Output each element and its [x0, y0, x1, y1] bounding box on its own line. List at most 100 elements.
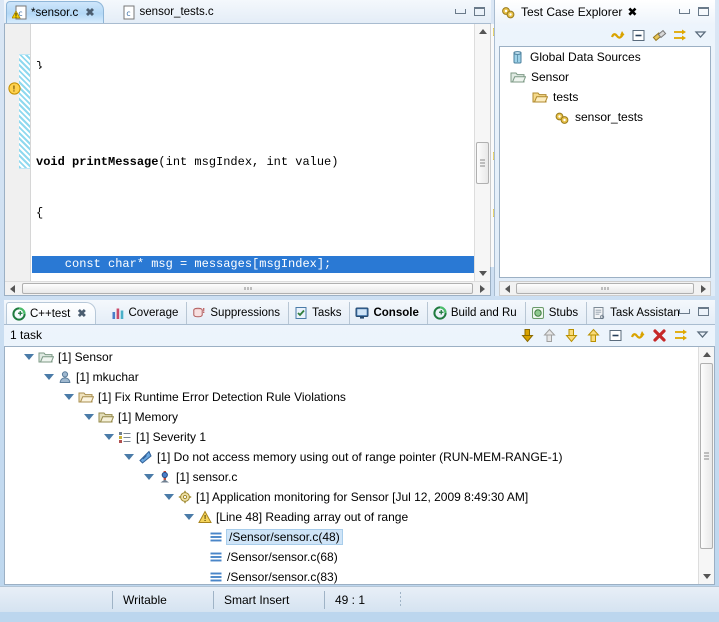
tree-row-sensor[interactable]: [1] Sensor — [5, 347, 714, 367]
tab-console[interactable]: Console — [350, 302, 427, 324]
tree-row-label: [1] Sensor — [58, 350, 113, 364]
editor-tab-label: *sensor.c — [31, 7, 78, 19]
scroll-down-arrow-icon[interactable] — [475, 266, 490, 281]
coverage-icon — [111, 306, 125, 320]
scroll-up-arrow-icon[interactable] — [699, 347, 714, 362]
scroll-left-arrow-icon[interactable] — [5, 282, 20, 295]
user-icon — [58, 370, 72, 384]
refresh-icon[interactable] — [610, 28, 625, 43]
scroll-down-arrow-icon[interactable] — [699, 569, 714, 584]
tree-row-stack-line[interactable]: /Sensor/sensor.c(68) — [5, 547, 714, 567]
editor-tab-sensor-c[interactable]: c ! *sensor.c ✖ — [6, 1, 104, 23]
expander-icon[interactable] — [43, 372, 54, 383]
suppressions-icon: ! — [192, 306, 206, 320]
minimize-icon[interactable] — [677, 5, 692, 18]
tree-row-severity-1[interactable]: [1] Severity 1 — [5, 427, 714, 447]
tree-item-tests[interactable]: tests — [500, 87, 710, 107]
task-tree[interactable]: [1] Sensor [1] mkuchar — [4, 346, 715, 585]
warning-icon: ! — [198, 510, 212, 524]
tree-row-sensor-c[interactable]: [1] sensor.c — [5, 467, 714, 487]
tree-row-stack-line[interactable]: /Sensor/sensor.c(83) — [5, 567, 714, 585]
scrollbar-thumb[interactable] — [22, 283, 473, 294]
tree-row-rule-violation[interactable]: [1] Do not access memory using out of ra… — [5, 447, 714, 467]
tree-item-sensor[interactable]: Sensor — [500, 67, 710, 87]
scroll-right-arrow-icon[interactable] — [475, 282, 490, 295]
maximize-icon[interactable] — [472, 5, 487, 18]
editor-vertical-scrollbar[interactable] — [474, 24, 490, 281]
move-up-icon[interactable] — [586, 328, 601, 343]
scroll-left-arrow-icon[interactable] — [500, 282, 514, 295]
minimize-icon[interactable] — [453, 5, 468, 18]
close-icon[interactable]: ✖ — [77, 307, 86, 320]
editor-tab-sensor-tests-c[interactable]: c sensor_tests.c — [118, 1, 222, 23]
tab-suppressions[interactable]: ! Suppressions — [187, 302, 289, 324]
collapse-all-icon[interactable] — [608, 328, 623, 343]
tree-row-fix-runtime-error[interactable]: [1] Fix Runtime Error Detection Rule Vio… — [5, 387, 714, 407]
code-line — [32, 103, 474, 120]
code-line: void printMessage(int msgIndex, int valu… — [32, 154, 474, 171]
scroll-right-arrow-icon[interactable] — [696, 282, 710, 295]
code-line: } — [32, 59, 474, 69]
tab-build-and-run[interactable]: Build and Ru — [428, 302, 526, 324]
tree-row-stack-line[interactable]: /Sensor/sensor.c(48) — [5, 527, 714, 547]
tab-task-assistant[interactable]: ⚙ Task Assistan — [587, 302, 688, 324]
link-editor-icon[interactable] — [652, 28, 667, 43]
bottom-panel-toolbar — [520, 325, 711, 345]
tasks-icon — [294, 306, 308, 320]
tree-item-global-data-sources[interactable]: Global Data Sources — [500, 47, 710, 67]
test-explorer-horizontal-scrollbar[interactable] — [499, 281, 711, 296]
scrollbar-thumb[interactable] — [700, 363, 713, 549]
maximize-icon[interactable] — [696, 5, 711, 18]
source-code-view[interactable]: } void printMessage(int msgIndex, int va… — [32, 24, 474, 281]
severity-icon — [118, 430, 132, 444]
collapse-all-icon[interactable] — [631, 28, 646, 43]
tab-stubs[interactable]: Stubs — [526, 302, 587, 324]
tab-coverage[interactable]: Coverage — [106, 302, 188, 324]
previous-up-icon[interactable] — [542, 328, 557, 343]
expander-icon[interactable] — [23, 352, 34, 363]
move-down-icon[interactable] — [564, 328, 579, 343]
expander-icon[interactable] — [103, 432, 114, 443]
view-menu-icon[interactable] — [696, 328, 711, 343]
folder-icon — [532, 90, 548, 104]
refresh-icon[interactable] — [630, 328, 645, 343]
sort-filter-icon[interactable] — [674, 328, 689, 343]
tree-row-line-48-warning[interactable]: ! [Line 48] Reading array out of range — [5, 507, 714, 527]
tab-label: Coverage — [129, 307, 179, 319]
expander-icon[interactable] — [183, 512, 194, 523]
scrollbar-thumb[interactable] — [516, 283, 694, 294]
task-tree-vertical-scrollbar[interactable] — [698, 347, 714, 584]
close-icon[interactable]: ✖ — [85, 6, 94, 19]
test-case-explorer-tree[interactable]: Global Data Sources Sensor — [499, 46, 711, 278]
maximize-icon[interactable] — [696, 305, 711, 318]
source-file-icon — [158, 470, 172, 484]
scroll-up-arrow-icon[interactable] — [475, 24, 490, 39]
expander-icon[interactable] — [83, 412, 94, 423]
view-menu-icon[interactable] — [694, 28, 709, 43]
delete-icon[interactable] — [652, 328, 667, 343]
expander-icon[interactable] — [63, 392, 74, 403]
editor-gutter[interactable]: ! — [5, 24, 31, 281]
expander-icon[interactable] — [163, 492, 174, 503]
scrollbar-thumb[interactable] — [476, 142, 489, 184]
tree-row-mkuchar[interactable]: [1] mkuchar — [5, 367, 714, 387]
expander-icon[interactable] — [123, 452, 134, 463]
sort-filter-icon[interactable] — [673, 28, 688, 43]
expander-icon[interactable] — [143, 472, 154, 483]
task-count-label: 1 task — [6, 325, 42, 345]
next-task-down-icon[interactable] — [520, 328, 535, 343]
code-line-selected: const char* msg = messages[msgIndex]; — [32, 256, 474, 273]
close-icon[interactable]: ✖ — [627, 5, 637, 19]
tree-item-sensor-tests[interactable]: sensor_tests — [500, 107, 710, 127]
tree-row-memory[interactable]: [1] Memory — [5, 407, 714, 427]
tree-row-application-monitoring[interactable]: [1] Application monitoring for Sensor [J… — [5, 487, 714, 507]
stack-line-icon — [209, 531, 223, 543]
warning-marker-icon[interactable]: ! — [8, 82, 21, 95]
minimize-icon[interactable] — [677, 305, 692, 318]
editor-window-controls — [453, 5, 487, 18]
editor-horizontal-scrollbar[interactable] — [5, 281, 490, 295]
build-run-icon — [433, 306, 447, 320]
status-writable-label: Writable — [123, 593, 167, 607]
tab-cpptest[interactable]: C++test ✖ — [6, 302, 96, 324]
tab-tasks[interactable]: Tasks — [289, 302, 350, 324]
